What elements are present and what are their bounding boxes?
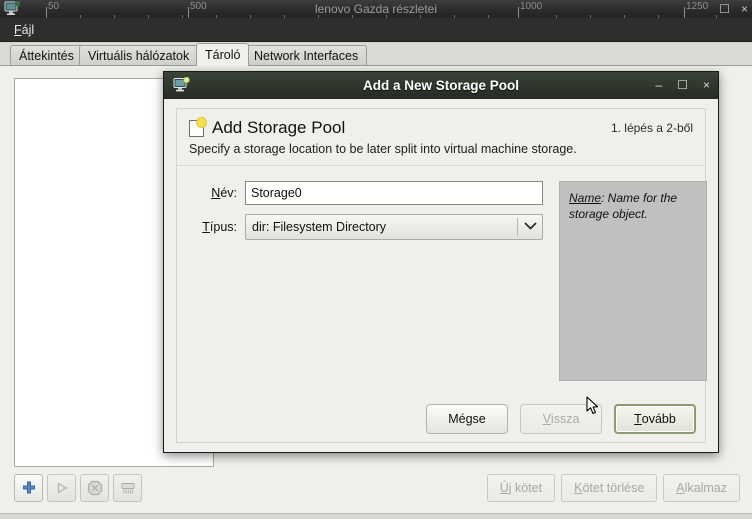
stop-pool-button[interactable]: [80, 474, 109, 502]
menubar: Fájl: [0, 18, 752, 42]
type-field-row: Típus: dir: Filesystem Directory: [185, 214, 543, 240]
close-icon[interactable]: ×: [741, 0, 748, 18]
new-volume-button[interactable]: Új kötet: [486, 474, 556, 502]
cancel-button[interactable]: Mégse: [426, 404, 508, 434]
tab-attekintes-label: Áttekintés: [19, 49, 74, 63]
window-controls: ☐ ×: [719, 0, 748, 18]
storage-actions: Új kötet Kötet törlése Alkalmaz: [486, 474, 740, 502]
apply-button[interactable]: Alkalmaz: [663, 474, 740, 502]
name-field-label: Név:: [185, 186, 237, 200]
menu-item-file-label: ájl: [21, 23, 35, 37]
host-details-window: 50 500 1000 1250 lenovo Gazda részletei …: [0, 0, 752, 519]
dialog-heading-wrap: Add Storage Pool: [189, 116, 346, 138]
dialog-step-indicator: 1. lépés a 2-ből: [610, 121, 693, 135]
menu-item-file[interactable]: Fájl: [8, 18, 40, 42]
stop-icon: [87, 480, 102, 496]
delete-volume-button[interactable]: Kötet törlése: [561, 474, 658, 502]
maximize-icon[interactable]: ☐: [719, 0, 730, 18]
name-label-mnemonic: N: [211, 186, 221, 200]
dialog-maximize-icon[interactable]: ☐: [677, 72, 688, 99]
name-input[interactable]: [245, 181, 543, 205]
type-label-text: ípus:: [209, 220, 237, 234]
forward-button-label: ovább: [641, 412, 676, 426]
tab-strip: Áttekintés Virtuális hálózatok Tároló Ne…: [0, 43, 752, 66]
window-titlebar[interactable]: 50 500 1000 1250 lenovo Gazda részletei …: [0, 0, 752, 18]
apply-mnemonic: A: [676, 481, 685, 495]
back-button-mnemonic: V: [542, 412, 551, 426]
delete-pool-button[interactable]: [113, 474, 142, 502]
dialog-close-icon[interactable]: ×: [703, 72, 710, 99]
dialog-minimize-icon[interactable]: –: [656, 72, 663, 99]
storage-pool-toolbar: [14, 474, 214, 504]
chevron-down-icon: [518, 221, 542, 233]
dialog-titlebar[interactable]: Add a New Storage Pool – ☐ ×: [164, 72, 718, 99]
type-field-label: Típus:: [185, 220, 237, 234]
status-bar: [0, 513, 752, 519]
type-select[interactable]: dir: Filesystem Directory: [245, 214, 543, 240]
dialog-title: Add a New Storage Pool: [362, 78, 520, 93]
dialog-inner-frame: Add Storage Pool 1. lépés a 2-ből Specif…: [176, 108, 707, 443]
name-label-text: év:: [220, 186, 237, 200]
new-document-icon: [189, 116, 207, 137]
field-help-key: Name: [569, 191, 602, 205]
forward-button[interactable]: Tovább: [614, 404, 696, 434]
type-select-value: dir: Filesystem Directory: [252, 220, 387, 234]
add-storage-pool-dialog: Add a New Storage Pool – ☐ × Add Storage…: [163, 71, 719, 453]
plus-icon: [22, 481, 35, 494]
tab-tarolo[interactable]: Tároló: [196, 43, 250, 66]
play-icon: [57, 482, 67, 494]
tab-virtualis-halozatok-label: Virtuális hálózatok: [88, 49, 190, 63]
dialog-heading: Add Storage Pool: [212, 118, 346, 137]
delete-volume-mnemonic: K: [574, 481, 583, 495]
name-field-row: Név:: [185, 181, 543, 205]
tab-tarolo-label: Tároló: [205, 48, 241, 62]
dialog-subtitle: Specify a storage location to be later s…: [189, 142, 577, 156]
menu-item-file-mnemonic: F: [14, 23, 22, 37]
shredder-icon: [121, 482, 134, 493]
delete-volume-label: ötet törlése: [582, 481, 645, 495]
apply-label: lkalmaz: [684, 481, 727, 495]
tab-attekintes[interactable]: Áttekintés: [10, 45, 83, 66]
new-volume-label: j kötet: [508, 481, 543, 495]
dialog-header: Add Storage Pool 1. lépés a 2-ből Specif…: [177, 109, 705, 166]
dialog-body: Add Storage Pool 1. lépés a 2-ből Specif…: [164, 99, 718, 452]
add-pool-button[interactable]: [14, 474, 43, 502]
tab-network-interfaces[interactable]: Network Interfaces: [245, 45, 368, 66]
forward-button-mnemonic: T: [634, 412, 642, 426]
dialog-button-row: Mégse Vissza Tovább: [426, 404, 696, 434]
new-volume-mnemonic: Ú: [499, 481, 509, 495]
back-button-label: issza: [550, 412, 580, 426]
tab-network-interfaces-label: Network Interfaces: [254, 49, 359, 63]
start-pool-button[interactable]: [47, 474, 76, 502]
dialog-window-controls: – ☐ ×: [656, 72, 710, 99]
window-title: lenovo Gazda részletei: [314, 2, 438, 16]
field-help-panel: Name: Name for the storage object.: [559, 181, 707, 381]
cancel-button-label: Mégse: [448, 412, 486, 426]
back-button[interactable]: Vissza: [520, 404, 602, 434]
tab-virtualis-halozatok[interactable]: Virtuális hálózatok: [79, 45, 199, 66]
type-label-mnemonic: T: [202, 220, 210, 234]
